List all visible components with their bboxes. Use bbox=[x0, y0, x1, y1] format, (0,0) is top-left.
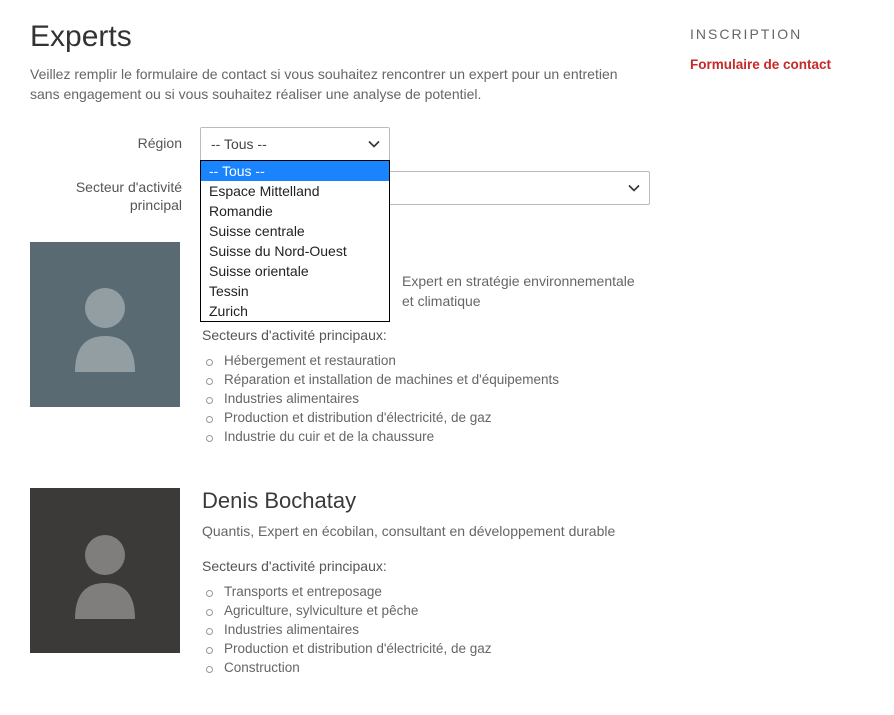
expert-card: Denis Bochatay Quantis, Expert en écobila… bbox=[30, 488, 650, 679]
sector-item: Transports et entreposage bbox=[206, 584, 650, 599]
avatar bbox=[30, 242, 180, 407]
region-label: Région bbox=[30, 127, 200, 152]
sector-item: Industries alimentaires bbox=[206, 391, 650, 406]
sector-item: Production et distribution d'électricité… bbox=[206, 641, 650, 656]
sector-item: Industries alimentaires bbox=[206, 622, 650, 637]
region-option[interactable]: Zurich bbox=[201, 301, 389, 321]
expert-name: Denis Bochatay bbox=[202, 488, 650, 514]
region-option[interactable]: Tessin bbox=[201, 281, 389, 301]
sector-item: Agriculture, sylviculture et pêche bbox=[206, 603, 650, 618]
sector-item: Hébergement et restauration bbox=[206, 353, 650, 368]
sectors-heading: Secteurs d'activité principaux: bbox=[202, 558, 650, 574]
sector-item: Production et distribution d'électricité… bbox=[206, 410, 650, 425]
region-option[interactable]: Suisse du Nord-Ouest bbox=[201, 241, 389, 261]
region-option[interactable]: Suisse centrale bbox=[201, 221, 389, 241]
page-title: Experts bbox=[30, 20, 650, 54]
region-select-value: -- Tous -- bbox=[211, 136, 267, 152]
sector-item: Industrie du cuir et de la chaussure bbox=[206, 429, 650, 444]
avatar bbox=[30, 488, 180, 653]
sectors-list: Transports et entreposage Agriculture, sy… bbox=[202, 584, 650, 675]
region-option[interactable]: -- Tous -- bbox=[201, 161, 389, 181]
sector-label: Secteur d'activité principal bbox=[30, 171, 200, 214]
sector-item: Réparation et installation de machines e… bbox=[206, 372, 650, 387]
sectors-list: Hébergement et restauration Réparation et… bbox=[202, 353, 650, 444]
region-dropdown: -- Tous --Espace MittellandRomandieSuiss… bbox=[200, 160, 390, 322]
sectors-heading: Secteurs d'activité principaux: bbox=[202, 327, 650, 343]
filter-row-region: Région -- Tous -- -- Tous --Espace Mitte… bbox=[30, 127, 650, 161]
sidebar-heading: INSCRIPTION bbox=[690, 26, 864, 42]
region-select[interactable]: -- Tous -- bbox=[200, 127, 390, 161]
region-option[interactable]: Suisse orientale bbox=[201, 261, 389, 281]
sector-item: Construction bbox=[206, 660, 650, 675]
chevron-down-icon bbox=[368, 140, 380, 148]
region-option[interactable]: Romandie bbox=[201, 201, 389, 221]
region-option[interactable]: Espace Mittelland bbox=[201, 181, 389, 201]
expert-role: Quantis, Expert en écobilan, consultant … bbox=[202, 522, 650, 542]
intro-text: Veillez remplir le formulaire de contact… bbox=[30, 64, 650, 105]
contact-form-link[interactable]: Formulaire de contact bbox=[690, 57, 831, 72]
expert-body: Denis Bochatay Quantis, Expert en écobila… bbox=[202, 488, 650, 679]
chevron-down-icon bbox=[628, 184, 640, 192]
